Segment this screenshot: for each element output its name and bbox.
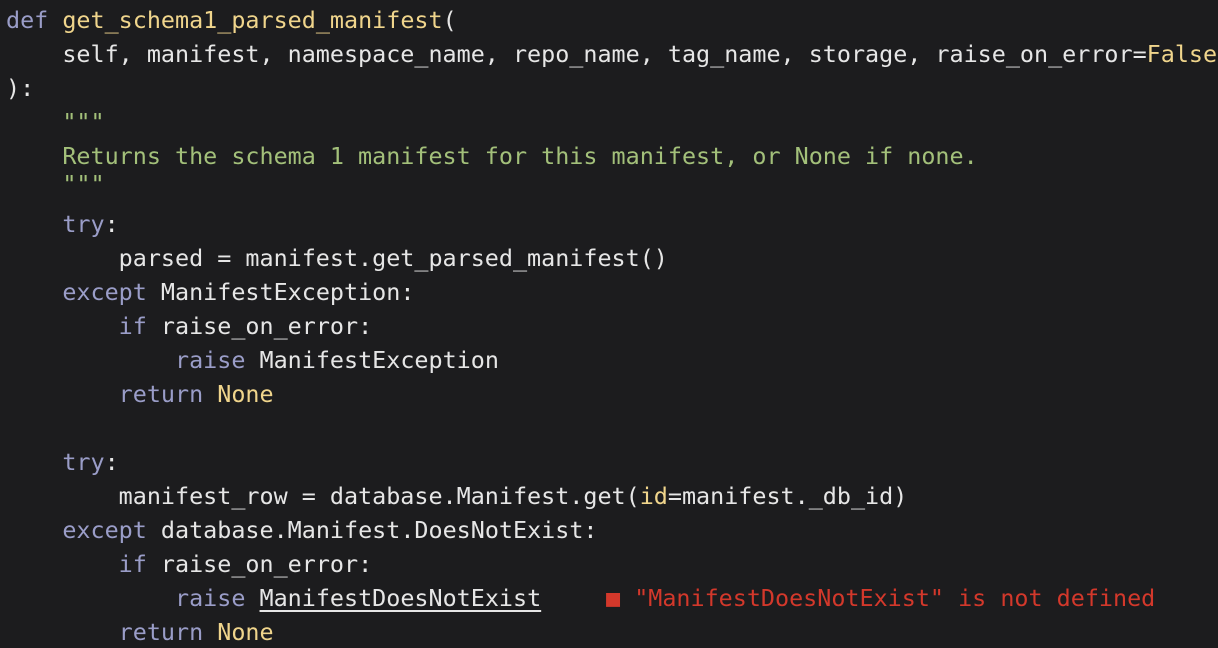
code-line-17: if raise_on_error: — [118, 550, 373, 578]
code-line-7: try: — [62, 210, 119, 238]
keyword-if: if — [118, 550, 147, 578]
keyword-try: try — [62, 210, 105, 238]
code-line-2: self, manifest, namespace_name, repo_nam… — [6, 37, 1217, 71]
function-name: get_schema1_parsed_manifest — [62, 6, 443, 34]
keyword-def: def — [6, 6, 49, 34]
docstring-open: """ — [6, 108, 105, 136]
keyword-arg-id: id — [639, 482, 668, 510]
none-constant: None — [217, 380, 274, 408]
code-line-15: manifest_row = database.Manifest.get(id=… — [6, 482, 908, 510]
keyword-return: return — [118, 380, 204, 408]
error-text: "ManifestDoesNotExist" is not defined — [634, 584, 1156, 612]
code-line-10: if raise_on_error: — [118, 312, 373, 340]
code-line-11: raise ManifestException — [175, 346, 499, 374]
code-line-3: ): — [6, 74, 35, 102]
docstring-text: Returns the schema 1 manifest for this m… — [6, 142, 978, 170]
keyword-raise: raise — [175, 346, 246, 374]
code-line-5: Returns the schema 1 manifest for this m… — [6, 139, 978, 173]
keyword-raise: raise — [175, 584, 246, 612]
error-square-icon: ■ — [606, 584, 621, 612]
code-line-8: parsed = manifest.get_parsed_manifest() — [6, 244, 668, 272]
keyword-except: except — [62, 516, 147, 544]
keyword-except: except — [62, 278, 147, 306]
code-editor[interactable]: def get_schema1_parsed_manifest( self, m… — [0, 0, 1218, 648]
params-text: self, manifest, namespace_name, repo_nam… — [6, 40, 1147, 68]
diagnostic-message[interactable]: ■ "ManifestDoesNotExist" is not defined — [606, 581, 1155, 615]
code-line-6: """ — [6, 167, 105, 201]
code-line-14: try: — [62, 448, 119, 476]
code-line-9: except ManifestException: — [62, 278, 415, 306]
none-constant: None — [217, 618, 274, 646]
code-line-19: return None — [6, 615, 274, 648]
code-line-4: """ — [6, 105, 105, 139]
code-line-12: return None — [6, 377, 274, 411]
undefined-symbol[interactable]: ManifestDoesNotExist — [260, 584, 542, 612]
keyword-if: if — [118, 312, 147, 340]
default-false: False — [1146, 40, 1218, 68]
code-line-16: except database.Manifest.DoesNotExist: — [62, 516, 598, 544]
keyword-return: return — [118, 618, 204, 646]
code-line-1: def get_schema1_parsed_manifest( — [6, 6, 457, 34]
keyword-try: try — [62, 448, 105, 476]
docstring-close: """ — [6, 170, 105, 198]
code-line-18: raise ManifestDoesNotExist — [6, 581, 541, 615]
